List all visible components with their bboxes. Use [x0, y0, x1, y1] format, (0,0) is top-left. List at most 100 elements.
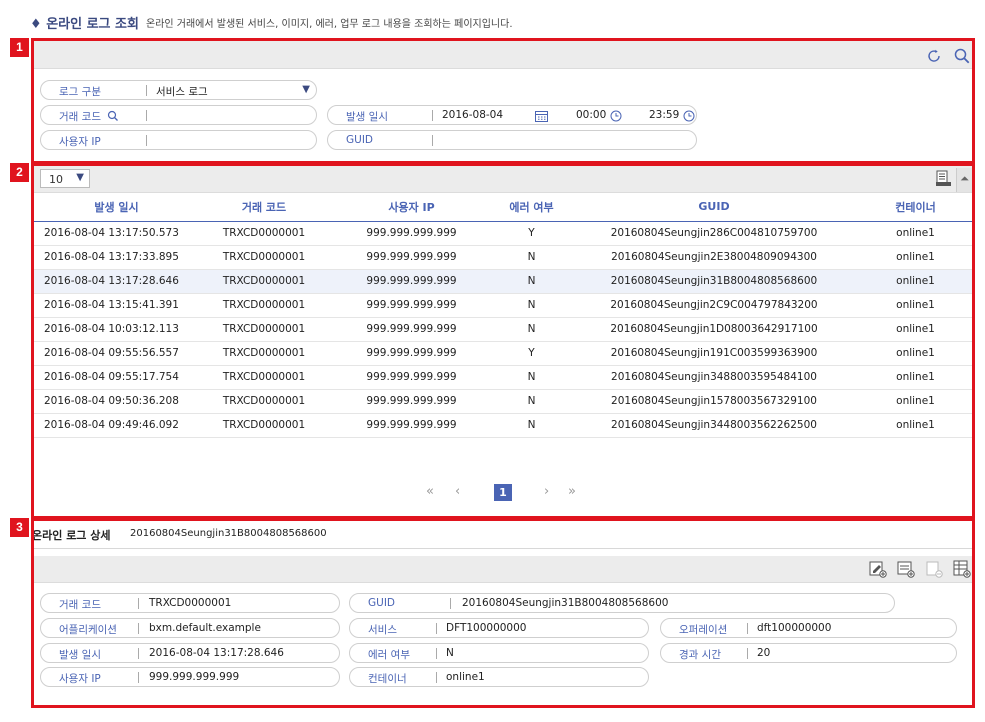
- table-cell: N: [494, 413, 569, 438]
- table-row[interactable]: 2016-08-04 13:17:50.573 TRXCD0000001 999.9…: [34, 221, 972, 246]
- table-cell: 999.999.999.999: [329, 389, 494, 414]
- trx-code-field[interactable]: 거래 코드: [40, 105, 317, 125]
- time-to-input[interactable]: 23:59: [649, 109, 679, 121]
- detail-label: 경과 시간: [679, 649, 721, 661]
- table-cell: 2016-08-04 09:50:36.208: [34, 389, 199, 414]
- table-cell: N: [494, 293, 569, 318]
- page-next-button[interactable]: ›: [544, 484, 549, 499]
- table-cell: 2016-08-04 09:49:46.092: [34, 413, 199, 438]
- table-cell: TRXCD0000001: [199, 293, 329, 318]
- page-size-value: 10: [49, 173, 63, 186]
- refresh-icon[interactable]: [925, 47, 943, 65]
- table-cell: online1: [859, 389, 972, 414]
- log-type-select[interactable]: 로그 구분 서비스 로그 ▼: [40, 80, 317, 100]
- detail-toolbar: [34, 556, 972, 583]
- table-row[interactable]: 2016-08-04 09:50:36.208 TRXCD0000001 999.9…: [34, 389, 972, 414]
- detail-label: 사용자 IP: [59, 673, 101, 685]
- collapse-up-icon[interactable]: ⏶: [956, 168, 972, 192]
- detail-date-field: 발생 일시 2016-08-04 13:17:28.646: [40, 643, 340, 663]
- date-field[interactable]: 발생 일시 2016-08-04 00:00 23:59: [327, 105, 697, 125]
- excel-download-icon[interactable]: [935, 170, 952, 188]
- table-row[interactable]: 2016-08-04 09:55:56.557 TRXCD0000001 999.9…: [34, 341, 972, 366]
- table-cell: Y: [494, 341, 569, 366]
- table-cell: N: [494, 317, 569, 342]
- table-cell: online1: [859, 341, 972, 366]
- table-cell: 20160804Seungjin31B8004808568600: [569, 269, 859, 294]
- column-header[interactable]: 거래 코드: [199, 193, 329, 222]
- table-cell: online1: [859, 365, 972, 390]
- table-row[interactable]: 2016-08-04 13:17:33.895 TRXCD0000001 999.9…: [34, 245, 972, 270]
- table-cell: 20160804Seungjin1578003567329100: [569, 389, 859, 414]
- table-cell: N: [494, 365, 569, 390]
- column-header[interactable]: GUID: [569, 193, 859, 222]
- table-cell: 999.999.999.999: [329, 341, 494, 366]
- section-badge-3: 3: [10, 518, 29, 537]
- table-row[interactable]: 2016-08-04 09:49:46.092 TRXCD0000001 999.9…: [34, 413, 972, 438]
- detail-elapsed-field: 경과 시간 20: [660, 643, 957, 663]
- time-from-input[interactable]: 00:00: [576, 109, 606, 121]
- detail-action-icon[interactable]: [925, 560, 943, 578]
- detail-action-icon[interactable]: [869, 560, 887, 578]
- detail-label: 거래 코드: [59, 599, 101, 611]
- table-cell: online1: [859, 221, 972, 246]
- log-type-label: 로그 구분: [59, 86, 101, 98]
- table-cell: 20160804Seungjin2E38004809094300: [569, 245, 859, 270]
- detail-service-field: 서비스 DFT100000000: [349, 618, 649, 638]
- detail-action-icon[interactable]: [897, 560, 915, 578]
- detail-value: bxm.default.example: [149, 622, 261, 634]
- log-table: 발생 일시 거래 코드 사용자 IP 에러 여부 GUID 컨테이너 2016-…: [34, 193, 972, 438]
- page-size-select[interactable]: 10 ▼: [40, 169, 90, 188]
- user-ip-field[interactable]: 사용자 IP: [40, 130, 317, 150]
- guid-label: GUID: [346, 134, 374, 146]
- table-row[interactable]: 2016-08-04 13:17:28.646 TRXCD0000001 999.9…: [34, 269, 972, 294]
- table-cell: TRXCD0000001: [199, 269, 329, 294]
- page-current-button[interactable]: 1: [494, 484, 512, 501]
- detail-value: 20160804Seungjin31B8004808568600: [462, 597, 669, 609]
- page-last-button[interactable]: »: [568, 484, 576, 499]
- table-cell: N: [494, 389, 569, 414]
- clock-icon[interactable]: [610, 110, 622, 122]
- table-cell: Y: [494, 221, 569, 246]
- table-cell: 999.999.999.999: [329, 245, 494, 270]
- page-first-button[interactable]: «: [426, 484, 434, 499]
- page-description: 온라인 거래에서 발생된 서비스, 이미지, 에러, 업무 로그 내용을 조회하…: [146, 19, 513, 30]
- search-icon[interactable]: [953, 47, 971, 65]
- table-cell: 999.999.999.999: [329, 293, 494, 318]
- column-header[interactable]: 컨테이너: [859, 193, 972, 222]
- column-header[interactable]: 에러 여부: [494, 193, 569, 222]
- user-ip-label: 사용자 IP: [59, 136, 101, 148]
- table-cell: 20160804Seungjin1D08003642917100: [569, 317, 859, 342]
- page-title: ♦ 온라인 로그 조회: [30, 17, 139, 32]
- table-cell: 2016-08-04 13:15:41.391: [34, 293, 199, 318]
- table-cell: 999.999.999.999: [329, 413, 494, 438]
- table-row[interactable]: 2016-08-04 09:55:17.754 TRXCD0000001 999.9…: [34, 365, 972, 390]
- table-cell: N: [494, 245, 569, 270]
- table-cell: 20160804Seungjin3488003595484100: [569, 365, 859, 390]
- detail-value: online1: [446, 671, 485, 683]
- detail-action-icon[interactable]: [953, 560, 971, 578]
- guid-field[interactable]: GUID: [327, 130, 697, 150]
- calendar-icon[interactable]: [535, 110, 548, 122]
- column-header[interactable]: 사용자 IP: [329, 193, 494, 222]
- table-cell: online1: [859, 245, 972, 270]
- detail-value: 999.999.999.999: [149, 671, 240, 683]
- detail-value: 2016-08-04 13:17:28.646: [149, 647, 284, 659]
- chevron-down-icon: ▼: [76, 172, 84, 183]
- log-type-value: 서비스 로그: [156, 86, 208, 98]
- table-row[interactable]: 2016-08-04 13:15:41.391 TRXCD0000001 999.9…: [34, 293, 972, 318]
- date-label: 발생 일시: [346, 111, 388, 123]
- page-prev-button[interactable]: ‹: [455, 484, 460, 499]
- detail-label: 서비스: [368, 624, 397, 636]
- table-row[interactable]: 2016-08-04 10:03:12.113 TRXCD0000001 999.9…: [34, 317, 972, 342]
- date-input[interactable]: 2016-08-04: [442, 109, 503, 121]
- table-cell: TRXCD0000001: [199, 413, 329, 438]
- table-cell: 999.999.999.999: [329, 317, 494, 342]
- table-cell: 20160804Seungjin191C003599363900: [569, 341, 859, 366]
- clock-icon[interactable]: [683, 110, 695, 122]
- table-cell: 2016-08-04 13:17:28.646: [34, 269, 199, 294]
- detail-container-field: 컨테이너 online1: [349, 667, 649, 687]
- column-header[interactable]: 발생 일시: [34, 193, 199, 222]
- detail-label: 에러 여부: [368, 649, 410, 661]
- detail-trx-code-field: 거래 코드 TRXCD0000001: [40, 593, 340, 613]
- table-cell: 2016-08-04 09:55:56.557: [34, 341, 199, 366]
